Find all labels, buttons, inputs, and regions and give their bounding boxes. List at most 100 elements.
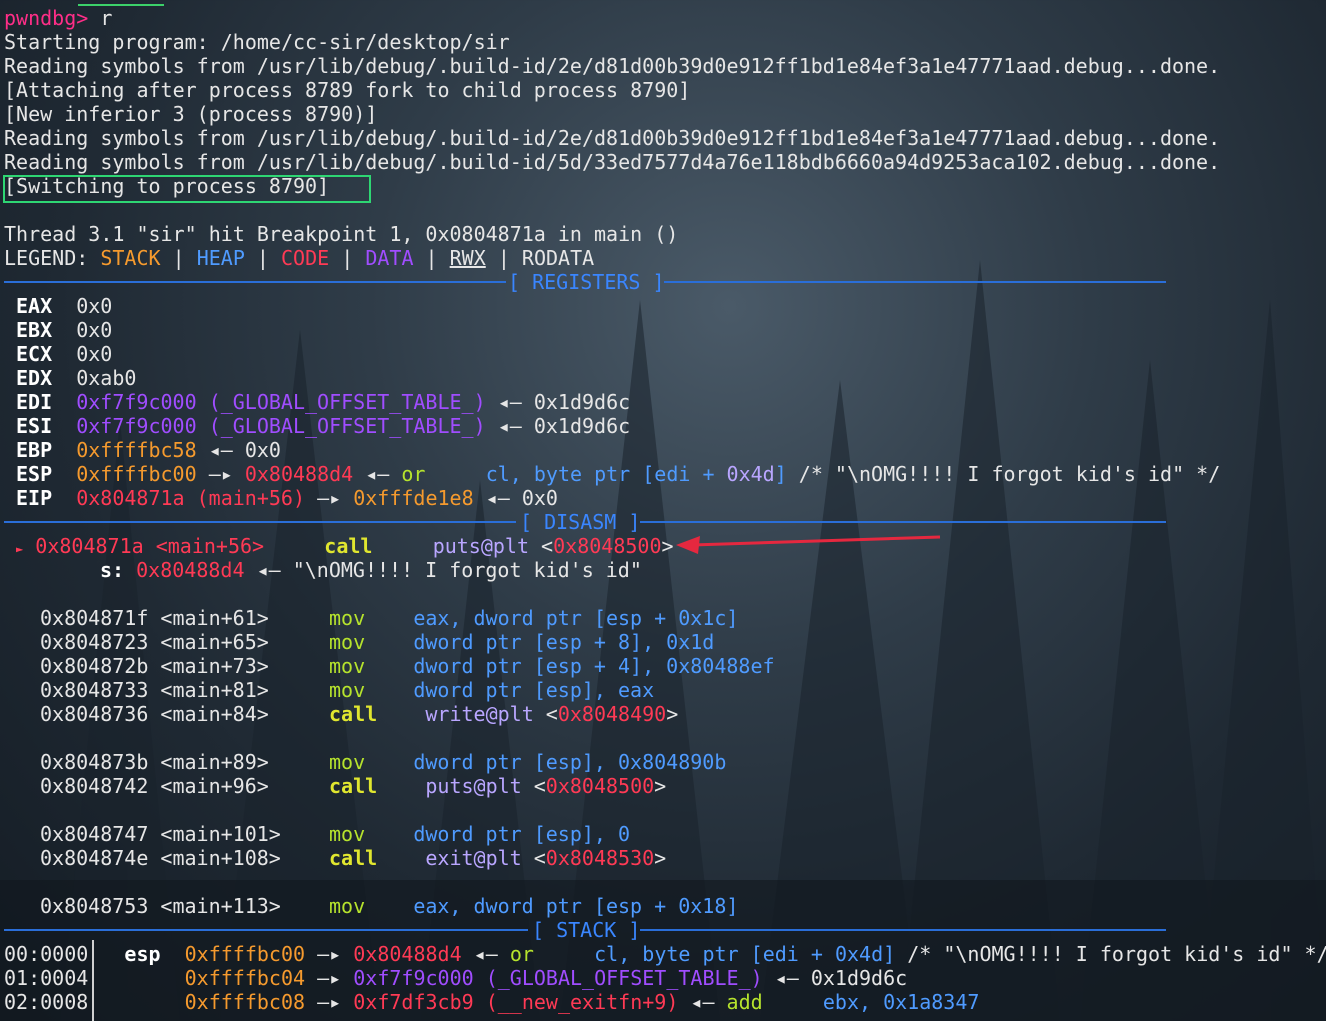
stack-symbol: (_GLOBAL_OFFSET_TABLE_) — [485, 966, 763, 990]
instruction-op: mov — [329, 750, 366, 774]
legend-stack: STACK — [100, 246, 161, 270]
register-value: 0x1d9d6c — [533, 390, 631, 414]
legend-rwx: RWX — [449, 246, 486, 270]
stack-reg: esp — [124, 942, 161, 966]
legend-rodata: RODATA — [521, 246, 595, 270]
instruction-sym: <main+84> — [160, 702, 269, 726]
disasm-line: 0x8048747 <main+101> mov dword ptr [esp]… — [40, 822, 630, 846]
legend-code: CODE — [281, 246, 330, 270]
register-name: ECX — [16, 342, 53, 366]
instruction-addr: 0x804874e — [40, 846, 149, 870]
disasm-separator-right — [640, 521, 1166, 523]
instruction-target: exit@plt — [425, 846, 522, 870]
highlight-box — [3, 175, 371, 203]
command-line: pwndbg> r — [4, 6, 112, 30]
instruction-addr: 0x8048736 — [40, 702, 149, 726]
instruction-comment: /* "\nOMG!!!! I forgot kid's id" */ — [907, 942, 1326, 966]
arg-value: "\nOMG!!!! I forgot kid's id" — [292, 558, 642, 582]
arg-addr: 0x80488d4 — [136, 558, 245, 582]
instruction-op: mov — [329, 606, 366, 630]
instruction-args: cl, byte ptr [edi + 0x4d] — [485, 462, 787, 486]
command: r — [100, 6, 113, 30]
deref-arrow: ◂— — [365, 462, 390, 486]
register-addr: 0xf7f9c000 — [76, 414, 197, 438]
instruction-args: dword ptr [esp], 0 — [413, 822, 631, 846]
instruction-addr: 0x8048747 — [40, 822, 149, 846]
stack-row: 00:0000 esp 0xffffbc00 —▸ 0x80488d4 ◂— o… — [4, 942, 1326, 966]
output-read-symbols-1: Reading symbols from /usr/lib/debug/.bui… — [4, 54, 1221, 78]
instruction-op: or — [401, 462, 426, 486]
instruction-target: write@plt — [425, 702, 534, 726]
register-esp: ESP 0xffffbc00 —▸ 0x80488d4 ◂— or cl, by… — [16, 462, 1220, 486]
instruction-args: ebx, 0x1a8347 — [822, 990, 980, 1014]
instruction-op: call — [324, 534, 373, 558]
instruction-target-addr: 0x8048490 — [557, 702, 667, 726]
instruction-sym: <main+101> — [160, 822, 281, 846]
stack-row: 01:0004 0xffffbc04 —▸ 0xf7f9c000 (_GLOBA… — [4, 966, 907, 990]
legend-label: LEGEND: — [4, 246, 89, 270]
register-value: 0x0 — [76, 318, 113, 342]
disasm-line: 0x8048736 <main+84> call write@plt <0x80… — [40, 702, 679, 726]
stack-separator-right — [640, 929, 1166, 931]
legend-data: DATA — [365, 246, 414, 270]
instruction-sym: <main+81> — [160, 678, 269, 702]
disasm-line: 0x8048733 <main+81> mov dword ptr [esp],… — [40, 678, 654, 702]
register-name: EIP — [16, 486, 53, 510]
deref-arrow: ◂— — [690, 990, 715, 1014]
register-addr2: 0x80488d4 — [244, 462, 354, 486]
register-name: EDI — [16, 390, 53, 414]
register-name: ESI — [16, 414, 53, 438]
stack-index: 02:0008 — [4, 990, 89, 1014]
register-value: 0x1d9d6c — [533, 414, 631, 438]
deref-arrow: —▸ — [317, 942, 342, 966]
instruction-args: eax, dword ptr [esp + 0x1c] — [413, 606, 739, 630]
stack-value: 0x80488d4 — [353, 942, 462, 966]
instruction-sym: <main+73> — [160, 654, 269, 678]
legend-sep: | — [425, 246, 438, 270]
register-eax: EAX 0x0 — [16, 294, 112, 318]
instruction-args: dword ptr [esp], 0x804890b — [413, 750, 727, 774]
register-addr: 0xffffbc00 — [76, 462, 197, 486]
instruction-target: puts@plt — [432, 534, 530, 558]
legend-heap: HEAP — [196, 246, 245, 270]
deref-arrow: ◂— — [208, 438, 233, 462]
register-ebx: EBX 0x0 — [16, 318, 112, 342]
instruction-sym: <main+96> — [160, 774, 269, 798]
register-value: 0x0 — [76, 294, 113, 318]
registers-separator-left — [4, 281, 506, 283]
deref-arrow: —▸ — [208, 462, 233, 486]
instruction-op: call — [329, 702, 378, 726]
instruction-addr: 0x804871f — [40, 606, 149, 630]
legend-sep: | — [256, 246, 269, 270]
instruction-op: call — [329, 846, 378, 870]
register-value: 0x0 — [76, 342, 113, 366]
current-marker-icon: ► — [16, 542, 24, 556]
instruction-args: cl, byte ptr [edi + 0x4d] — [594, 942, 896, 966]
instruction-target-addr: 0x8048500 — [545, 774, 655, 798]
instruction-sym: <main+56> — [155, 534, 265, 558]
stack-value: 0xf7df3cb9 — [353, 990, 474, 1014]
disasm-line: 0x804873b <main+89> mov dword ptr [esp],… — [40, 750, 726, 774]
legend-sep: | — [497, 246, 510, 270]
deref-arrow: —▸ — [317, 990, 342, 1014]
stack-index: 00:0000 — [4, 942, 89, 966]
instruction-addr: 0x804873b — [40, 750, 149, 774]
output-read-symbols-3: Reading symbols from /usr/lib/debug/.bui… — [4, 150, 1221, 174]
disasm-arg-line: s: 0x80488d4 ◂— "\nOMG!!!! I forgot kid'… — [100, 558, 642, 582]
instruction-target-addr: 0x8048500 — [553, 534, 662, 558]
stack-addr: 0xffffbc04 — [184, 966, 306, 990]
legend: LEGEND: STACK | HEAP | CODE | DATA | RWX… — [4, 246, 594, 270]
instruction-sym: <main+61> — [160, 606, 269, 630]
register-name: EAX — [16, 294, 53, 318]
register-addr: 0x804871a — [76, 486, 185, 510]
output-thread-hit: Thread 3.1 "sir" hit Breakpoint 1, 0x080… — [4, 222, 679, 246]
instruction-sym: <main+89> — [160, 750, 269, 774]
deref-arrow: —▸ — [317, 966, 342, 990]
instruction-op: call — [329, 774, 378, 798]
output-read-symbols-2: Reading symbols from /usr/lib/debug/.bui… — [4, 126, 1221, 150]
terminal[interactable]: pwndbg> r Starting program: /home/cc-sir… — [0, 0, 1326, 1021]
register-edx: EDX 0xab0 — [16, 366, 136, 390]
stack-addr: 0xffffbc00 — [184, 942, 306, 966]
stack-deref-value: 0x1d9d6c — [810, 966, 908, 990]
register-name: ESP — [16, 462, 53, 486]
